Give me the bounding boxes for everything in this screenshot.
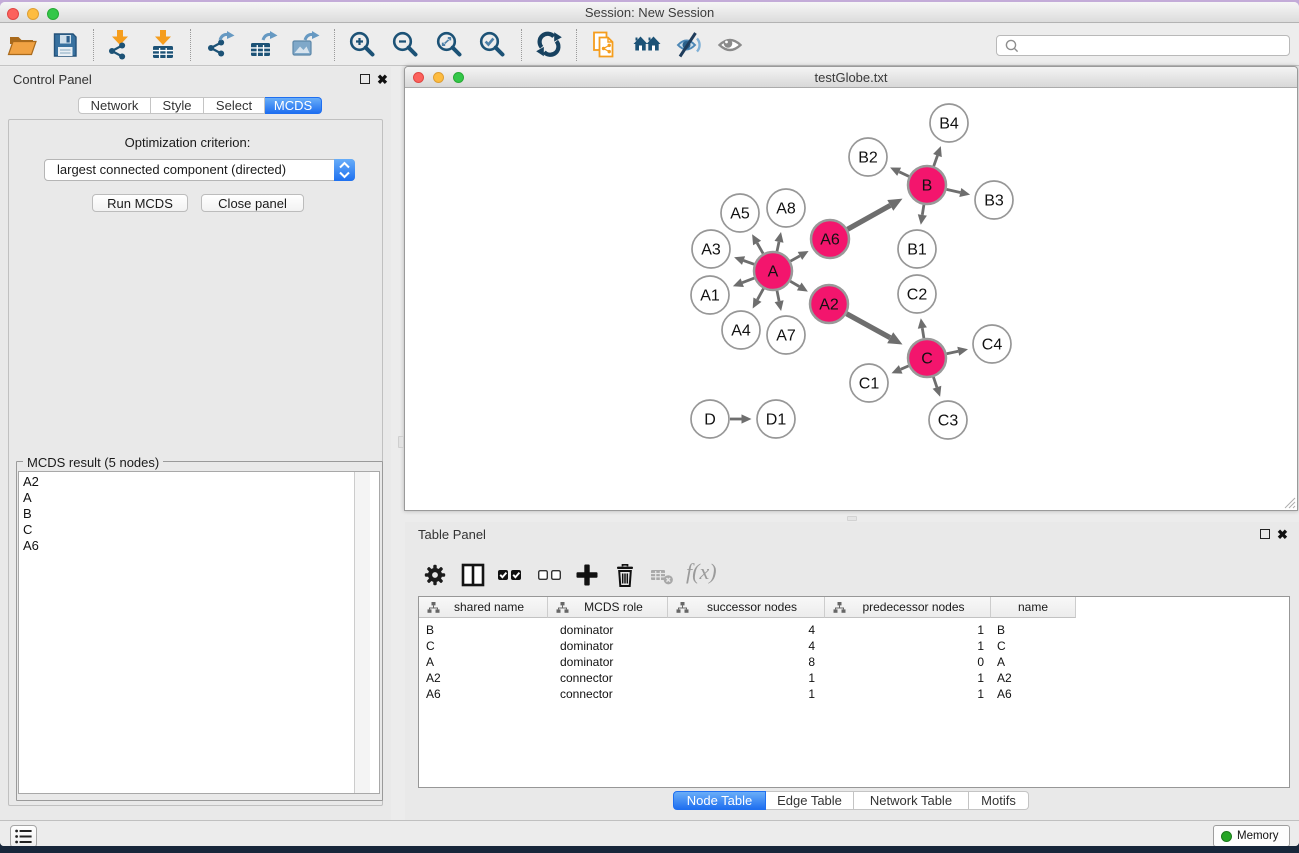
svg-text:C2: C2: [907, 287, 928, 304]
svg-text:A1: A1: [700, 288, 720, 305]
svg-text:D: D: [704, 412, 716, 429]
svg-text:A4: A4: [731, 323, 751, 340]
svg-text:B: B: [922, 178, 933, 195]
svg-text:A: A: [768, 264, 779, 281]
svg-text:B4: B4: [939, 116, 959, 133]
svg-text:C4: C4: [982, 337, 1003, 354]
svg-text:A3: A3: [701, 242, 721, 259]
svg-text:C: C: [921, 351, 933, 368]
svg-text:A8: A8: [776, 201, 796, 218]
svg-text:C3: C3: [938, 413, 959, 430]
svg-text:A6: A6: [820, 232, 840, 249]
svg-text:A2: A2: [819, 297, 839, 314]
svg-text:A7: A7: [776, 328, 796, 345]
svg-text:B1: B1: [907, 242, 927, 259]
svg-text:D1: D1: [766, 412, 787, 429]
svg-text:B3: B3: [984, 193, 1004, 210]
svg-text:A5: A5: [730, 206, 750, 223]
svg-text:C1: C1: [859, 376, 880, 393]
svg-text:B2: B2: [858, 150, 878, 167]
